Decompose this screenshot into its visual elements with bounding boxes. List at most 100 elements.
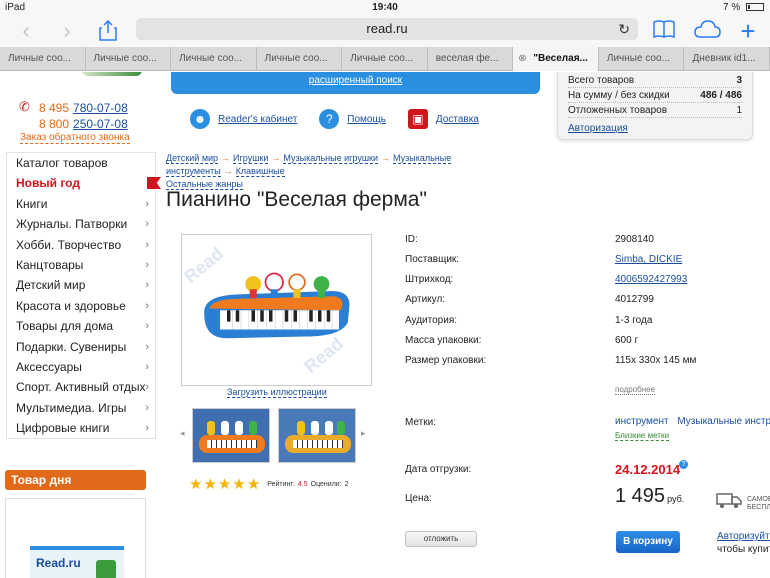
nav-help-label[interactable]: Помощь [347,114,386,125]
tab[interactable]: Личные соо... [599,47,685,71]
star-icon[interactable]: ★ [189,475,202,493]
advanced-search-bar: расширенный поиск [171,72,540,94]
sidebar-item-kids[interactable]: Детский мир › [7,275,155,295]
breadcrumb-item[interactable]: Музыкальные игрушки [283,153,379,164]
thumbnail[interactable] [278,408,356,463]
thumbnail[interactable] [192,408,270,463]
nav-delivery-label[interactable]: Доставка [436,114,479,125]
sidebar-item-beauty[interactable]: Красота и здоровье › [7,296,155,316]
star-icon[interactable]: ★ [203,475,216,493]
arrow-right-icon: → [381,153,391,163]
tab-label: Личные соо... [179,53,243,64]
sidebar-item-gifts[interactable]: Подарки. Сувениры › [7,337,155,357]
breadcrumb-item[interactable]: Игрушки [233,153,269,164]
detail-row: Размер упаковки: 115х 330х 145 мм [405,355,770,375]
detail-key: Аудитория: [405,315,458,326]
sidebar-item-stationery[interactable]: Канцтовары › [7,255,155,275]
tab-label: Дневник id1... [692,53,756,64]
sidebar-item-new-year[interactable]: Новый год [7,173,155,193]
tab[interactable]: Личные соо... [0,47,86,71]
flag-icon [147,177,161,189]
tab[interactable]: веселая фе... [428,47,514,71]
chevron-right-icon[interactable]: ▸ [361,428,366,439]
chevron-right-icon: › [145,218,149,231]
callback-link[interactable]: Заказ обратного звонка [20,132,130,144]
share-icon[interactable] [96,19,120,43]
tab[interactable]: Личные соо... [86,47,172,71]
sidebar-item-label: Новый год [16,176,80,191]
site-logo[interactable] [22,72,152,76]
auth-link[interactable]: Авторизация [568,123,742,134]
thumb-figure [207,421,215,435]
deal-of-day-image[interactable]: Read.ru [30,546,124,578]
more-details-link[interactable]: подробнее [615,385,656,395]
nav-help[interactable]: ? Помощь [319,109,386,129]
detail-row: ID: 2908140 [405,234,770,254]
tab-label: Личные соо... [264,53,328,64]
detail-value: 1-3 года [615,315,653,326]
chevron-left-icon[interactable]: ‹ [14,19,38,43]
sidebar-item-accessories[interactable]: Аксессуары › [7,357,155,377]
chevron-right-icon: › [145,360,149,373]
sidebar-item-sport[interactable]: Спорт. Активный отдых › [7,377,155,397]
thumb-figure [235,421,243,435]
supplier-link[interactable]: Simba, DICKIE [615,254,682,265]
cloud-icon[interactable] [692,19,722,43]
sidebar-item-digital-books[interactable]: Цифровые книги › [7,418,155,438]
advanced-search-link[interactable]: расширенный поиск [309,75,402,86]
chevron-right-icon[interactable]: › [55,19,79,43]
nav-cabinet[interactable]: ☻ Reader's кабинет [190,109,297,129]
tag-link[interactable]: Музыкальные инстру [677,416,770,427]
book-icon[interactable] [652,19,676,43]
barcode-link[interactable]: 4006592427993 [615,274,687,285]
plus-icon[interactable]: + [736,18,760,44]
phone-icon: ✆ [19,99,30,114]
sidebar-item-label: Детский мир [16,278,86,293]
auth-note-text: чтобы купит [717,544,770,555]
tag-link[interactable]: инструмент [615,416,669,427]
chevron-left-icon[interactable]: ◂ [180,428,185,439]
star-icon[interactable]: ★ [247,475,260,493]
close-tab-icon[interactable]: ⊗ [518,47,526,71]
sidebar-item-books[interactable]: Книги › [7,194,155,214]
sidebar-item-hobby[interactable]: Хобби. Творчество › [7,235,155,255]
detail-value: 4012799 [615,294,654,305]
clock: 19:40 [372,2,398,13]
auth-note-link[interactable]: Авторизуйте [717,531,770,542]
tab[interactable]: Дневник id1... [684,47,770,71]
battery-icon [746,3,764,11]
reload-icon[interactable]: ↻ [618,18,630,40]
deal-of-day-title[interactable]: Товар дня [5,470,146,490]
detail-row: Артикул: 4012799 [405,294,770,314]
tab[interactable]: Личные соо... [342,47,428,71]
sidebar-item-label: Красота и здоровье [16,298,126,313]
related-tags-link[interactable]: Близкие метки [615,431,669,441]
phone-row: 8 800 250-07-08 [19,116,128,132]
nav-cabinet-label[interactable]: Reader's кабинет [218,114,297,125]
cart-row-label: На сумму / без скидки [568,90,670,101]
tab[interactable]: Личные соо... [171,47,257,71]
breadcrumb-item[interactable]: Клавишные [235,166,285,177]
sidebar-item-home[interactable]: Товары для дома › [7,316,155,336]
phone-number[interactable]: 780-07-08 [73,101,128,115]
add-to-cart-button[interactable]: В корзину [616,531,680,553]
tab[interactable]: Личные соо... [257,47,343,71]
cart-row: На сумму / без скидки 486 / 486 [568,88,742,103]
deal-of-day-box[interactable]: Read.ru [5,498,146,578]
defer-button[interactable]: отложить [405,531,477,547]
phone-number[interactable]: 250-07-08 [73,117,128,131]
address-bar[interactable]: read.ru ↻ [136,18,638,40]
nav-delivery[interactable]: ▣ Доставка [407,109,479,129]
upload-illustrations-link[interactable]: Загрузить иллюстрации [227,387,327,398]
sidebar-item-multimedia[interactable]: Мультимедиа. Игры › [7,398,155,418]
detail-key: Штрихкод: [405,274,454,285]
sidebar-item-magazines[interactable]: Журналы. Патворки › [7,214,155,234]
free-delivery-note: САМОЕ БЕСПЛ [747,496,770,511]
breadcrumb-item[interactable]: Детский мир [166,153,219,164]
star-icon[interactable]: ★ [218,475,231,493]
help-icon[interactable]: ? [679,460,688,469]
product-image[interactable]: Read Read [181,234,372,386]
sidebar-item-catalog[interactable]: Каталог товаров [7,153,155,173]
star-icon[interactable]: ★ [232,475,245,493]
tab-active[interactable]: ⊗ "Веселая... [513,47,599,71]
